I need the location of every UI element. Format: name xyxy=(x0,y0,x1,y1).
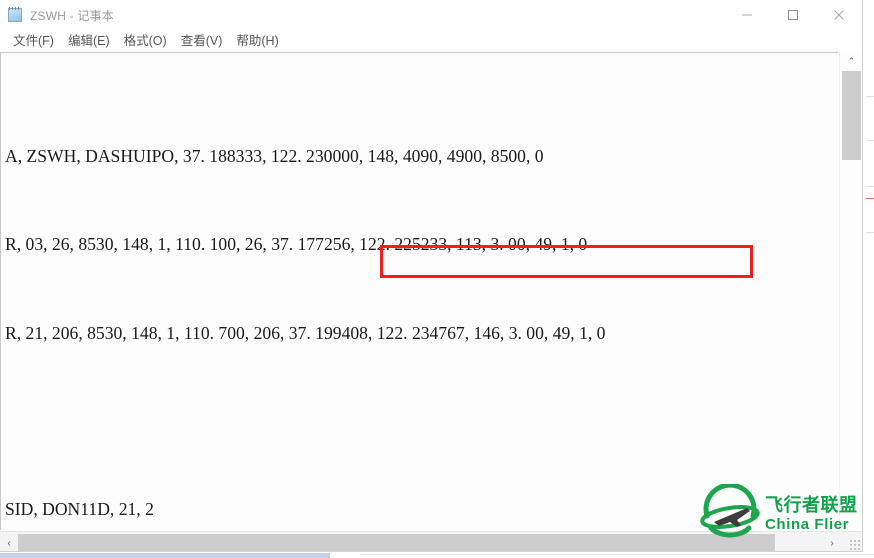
notepad-icon xyxy=(7,7,23,23)
title-bar[interactable]: ZSWH - 记事本 xyxy=(0,0,862,30)
menu-item-view[interactable]: 查看(V) xyxy=(174,33,230,50)
menu-item-file[interactable]: 文件(F) xyxy=(6,33,61,50)
text-line: R, 21, 206, 8530, 148, 1, 110. 700, 206,… xyxy=(5,322,606,343)
text-editor[interactable]: A, ZSWH, DASHUIPO, 37. 188333, 122. 2300… xyxy=(0,52,838,530)
text-line: A, ZSWH, DASHUIPO, 37. 188333, 122. 2300… xyxy=(5,146,544,167)
editor-region: A, ZSWH, DASHUIPO, 37. 188333, 122. 2300… xyxy=(0,52,862,551)
menu-item-format[interactable]: 格式(O) xyxy=(117,33,174,50)
menu-item-edit[interactable]: 编辑(E) xyxy=(61,33,117,50)
document-text[interactable]: A, ZSWH, DASHUIPO, 37. 188333, 122. 2300… xyxy=(5,54,621,530)
vertical-scrollbar-track[interactable] xyxy=(842,160,861,530)
notepad-window: ZSWH - 记事本 文件(F) 编辑(E) 格式(O) 查看(V) 帮助(H)… xyxy=(0,0,863,552)
text-line: R, 03, 26, 8530, 148, 1, 110. 100, 26, 3… xyxy=(5,234,588,255)
window-title: ZSWH - 记事本 xyxy=(30,8,114,23)
close-button[interactable] xyxy=(816,0,862,30)
maximize-button[interactable] xyxy=(770,0,816,30)
scroll-up-icon[interactable]: ⌃ xyxy=(840,52,862,70)
vertical-scrollbar[interactable]: ⌃ xyxy=(839,52,862,530)
horizontal-scrollbar[interactable]: ‹ › xyxy=(0,531,862,551)
menu-item-help[interactable]: 帮助(H) xyxy=(229,33,285,50)
minimize-button[interactable] xyxy=(724,0,770,30)
scroll-right-icon[interactable]: › xyxy=(823,532,841,551)
scroll-left-icon[interactable]: ‹ xyxy=(0,532,18,551)
text-line xyxy=(5,407,621,436)
text-line: SID, DON11D, 21, 2 xyxy=(5,499,154,520)
menu-bar: 文件(F) 编辑(E) 格式(O) 查看(V) 帮助(H) xyxy=(0,30,862,52)
window-controls xyxy=(724,0,862,30)
horizontal-scrollbar-thumb[interactable] xyxy=(18,534,775,551)
vertical-scrollbar-thumb[interactable] xyxy=(842,71,861,160)
resize-grip-icon[interactable] xyxy=(849,539,860,550)
